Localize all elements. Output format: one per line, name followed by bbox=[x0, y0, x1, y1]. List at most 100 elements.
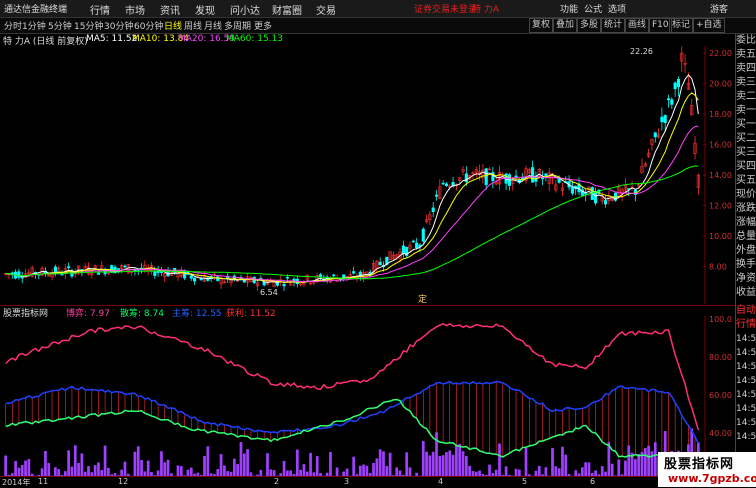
quote-field-label: 收益 bbox=[736, 286, 756, 300]
candlestick-chart[interactable]: 22.0020.0018.0016.0014.0012.0010.008.00 … bbox=[0, 46, 735, 304]
candle-body bbox=[515, 176, 518, 177]
overlay-button[interactable]: 叠加 bbox=[553, 18, 577, 33]
period-multi[interactable]: 多周期 bbox=[224, 19, 251, 32]
period-30min[interactable]: 30分钟 bbox=[104, 19, 133, 32]
x-tick: 3 bbox=[344, 477, 349, 486]
quote-field-label: 卖五 bbox=[736, 48, 756, 62]
indicator-axis-label: 60.00 bbox=[709, 391, 732, 400]
volume-bar bbox=[498, 444, 501, 476]
menu-wealth[interactable]: 财富圈 bbox=[272, 2, 302, 17]
period-60min[interactable]: 60分钟 bbox=[134, 19, 163, 32]
period-more[interactable]: 更多 bbox=[254, 19, 272, 32]
candle-body bbox=[97, 273, 100, 274]
period-intraday[interactable]: 分时 bbox=[4, 19, 22, 32]
menu-guest[interactable]: 游客 bbox=[710, 2, 728, 15]
volume-bar bbox=[167, 460, 170, 476]
candle-body bbox=[379, 262, 382, 265]
app-title: 通达信金融终端 bbox=[4, 2, 67, 15]
period-daily[interactable]: 日线 bbox=[164, 19, 182, 32]
watermark-url: www.7gpzb.com bbox=[668, 472, 756, 485]
price-axis-label: 8.00 bbox=[709, 263, 727, 272]
candle-body bbox=[571, 187, 574, 193]
login-notice[interactable]: 证券交易未登录 bbox=[414, 2, 477, 15]
volume-bar bbox=[438, 456, 441, 476]
volume-bar bbox=[634, 459, 637, 476]
volume-bar bbox=[346, 469, 349, 476]
volume-bar bbox=[266, 453, 269, 476]
quote-field-label: 买三 bbox=[736, 146, 756, 160]
period-1min[interactable]: 1分钟 bbox=[22, 19, 46, 32]
volume-bar bbox=[71, 467, 74, 476]
price-axis-label: 22.00 bbox=[709, 49, 732, 58]
volume-bar bbox=[18, 468, 21, 476]
volume-bar bbox=[601, 466, 604, 476]
quote-field-label: 卖二 bbox=[736, 90, 756, 104]
candle-body bbox=[422, 229, 425, 241]
period-15min[interactable]: 15分钟 bbox=[74, 19, 103, 32]
tick-mode-label[interactable]: 行情 bbox=[736, 318, 756, 332]
period-monthly[interactable]: 月线 bbox=[204, 19, 222, 32]
volume-bar bbox=[617, 459, 620, 476]
candle-body bbox=[190, 276, 193, 278]
menu-quotes[interactable]: 行情 bbox=[90, 2, 110, 17]
price-axis-label: 14.00 bbox=[709, 171, 732, 180]
candle-body bbox=[283, 284, 286, 286]
menu-ask[interactable]: 问小达 bbox=[230, 2, 260, 17]
tick-time: 14:56 bbox=[736, 430, 756, 444]
volume-bar bbox=[551, 448, 554, 476]
volume-bar bbox=[206, 446, 209, 476]
multi-stock-button[interactable]: 多股 bbox=[577, 18, 601, 33]
volume-bar bbox=[140, 460, 143, 476]
volume-bar bbox=[220, 454, 223, 476]
menu-market[interactable]: 市场 bbox=[125, 2, 145, 17]
volume-bar bbox=[77, 463, 80, 476]
stats-button[interactable]: 统计 bbox=[601, 18, 625, 33]
candle-body bbox=[432, 208, 435, 212]
volume-bar bbox=[561, 447, 564, 476]
volume-bar bbox=[432, 452, 435, 476]
candle-body bbox=[671, 100, 674, 105]
volume-bar bbox=[94, 465, 97, 476]
menu-discover[interactable]: 发现 bbox=[195, 2, 215, 17]
menu-trade[interactable]: 交易 bbox=[316, 2, 336, 17]
volume-bar bbox=[28, 459, 31, 476]
volume-bar bbox=[190, 468, 193, 476]
volume-bar bbox=[545, 467, 548, 476]
menu-bar: 通达信金融终端 行情 市场 资讯 发现 问小达 财富圈 交易 证券交易未登录 特… bbox=[0, 0, 756, 18]
volume-bar bbox=[647, 446, 650, 476]
quote-field-label: 卖三 bbox=[736, 76, 756, 90]
mark-button[interactable]: 标记 bbox=[669, 18, 693, 33]
price-axis-label: 12.00 bbox=[709, 202, 732, 211]
quote-field-label: 涨幅 bbox=[736, 216, 756, 230]
add-watchlist-button[interactable]: +自选 bbox=[693, 18, 725, 33]
tick-mode-label[interactable]: 自动 bbox=[736, 304, 756, 318]
candle-body bbox=[61, 274, 64, 275]
period-5min[interactable]: 5分钟 bbox=[48, 19, 72, 32]
menu-formula[interactable]: 公式 bbox=[584, 2, 602, 15]
menu-news[interactable]: 资讯 bbox=[160, 2, 180, 17]
volume-bar bbox=[458, 444, 461, 476]
volume-bar bbox=[134, 452, 137, 476]
candle-body bbox=[661, 117, 664, 122]
period-toolbar: 分时 1分钟 5分钟 15分钟 30分钟 60分钟 日线 周线 月线 多周期 更… bbox=[0, 18, 756, 34]
tick-time: 14:56 bbox=[736, 346, 756, 360]
quote-field-label: 总量 bbox=[736, 230, 756, 244]
menu-options[interactable]: 选项 bbox=[608, 2, 626, 15]
event-marker: 定 bbox=[418, 293, 427, 304]
high-annotation: 22.26 bbox=[630, 47, 653, 56]
candle-body bbox=[445, 184, 448, 186]
candle-body bbox=[674, 83, 677, 89]
candle-body bbox=[415, 243, 418, 248]
volume-bar bbox=[57, 469, 60, 476]
draw-button[interactable]: 画线 bbox=[625, 18, 649, 33]
volume-bar bbox=[47, 463, 50, 476]
volume-bar bbox=[329, 452, 332, 476]
candle-body bbox=[67, 267, 70, 268]
indicator-chart[interactable]: 100.080.0060.0040.0020.00 bbox=[0, 316, 735, 476]
menu-function[interactable]: 功能 bbox=[560, 2, 578, 15]
volume-bar bbox=[442, 455, 445, 476]
period-weekly[interactable]: 周线 bbox=[184, 19, 202, 32]
adjust-button[interactable]: 复权 bbox=[529, 18, 553, 33]
stock-name: 特 力A bbox=[472, 2, 499, 15]
volume-bar bbox=[303, 464, 306, 476]
